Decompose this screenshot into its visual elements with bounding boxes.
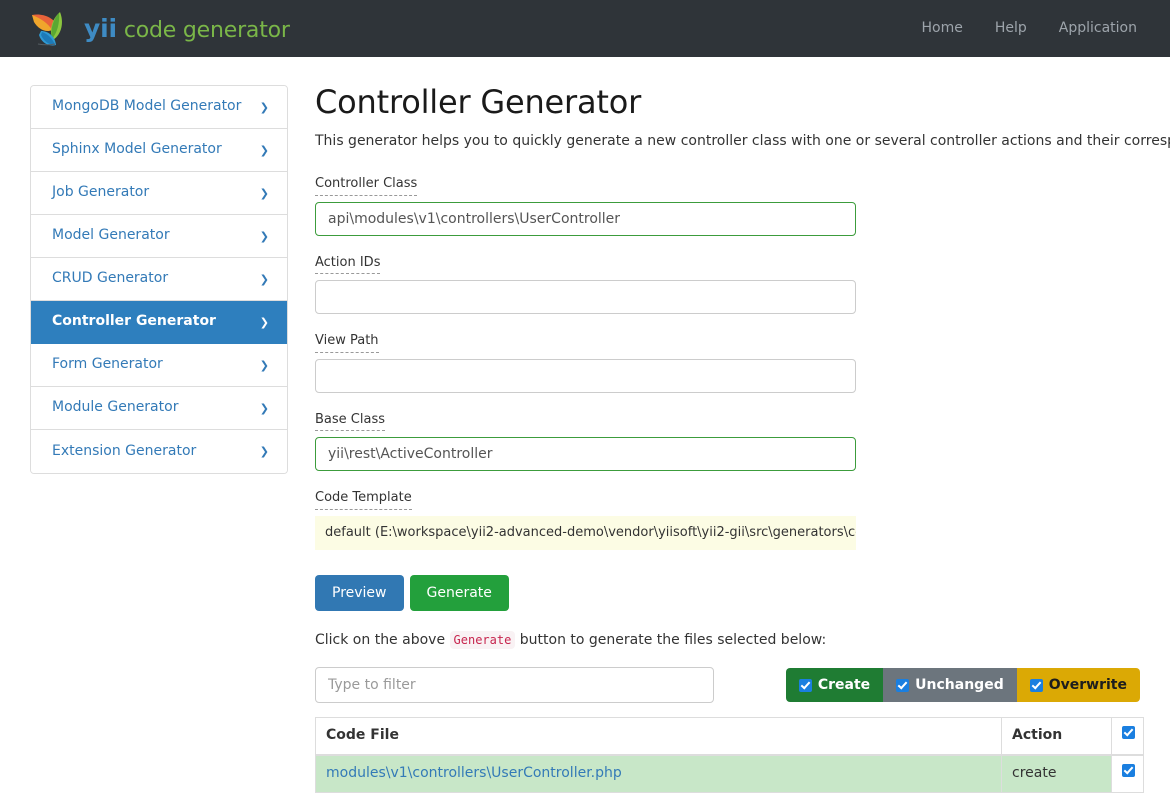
checkbox-row-icon[interactable] [1122, 764, 1135, 778]
label-base-class: Base Class [315, 411, 385, 432]
column-header-action: Action [1001, 717, 1112, 757]
page-description: This generator helps you to quickly gene… [315, 133, 1170, 150]
code-template-select[interactable]: default (E:\workspace\yii2-advanced-demo… [315, 515, 856, 550]
sidebar-item-label: Model Generator [52, 227, 170, 243]
generator-sidebar: MongoDB Model Generator ❯ Sphinx Model G… [30, 85, 288, 474]
nav-help[interactable]: Help [984, 11, 1038, 47]
table-body: modules\v1\controllers\UserController.ph… [315, 754, 1144, 793]
brand-yii-text: yii [84, 13, 117, 43]
chevron-right-icon: ❯ [259, 272, 269, 286]
controller-class-input[interactable] [315, 201, 856, 236]
sidebar-item-label: MongoDB Model Generator [52, 98, 242, 114]
file-state-toggle-group: Create Unchanged Overwrite [785, 668, 1140, 703]
sidebar-item-extension-generator[interactable]: Extension Generator ❯ [31, 430, 287, 473]
base-class-input[interactable] [315, 437, 856, 472]
field-controller-class: Controller Class [315, 174, 1140, 236]
sidebar-item-label: Module Generator [52, 399, 179, 415]
sidebar-item-label: Controller Generator [52, 313, 216, 329]
toggle-overwrite[interactable]: Overwrite [1016, 668, 1140, 703]
sidebar-item-controller-generator[interactable]: Controller Generator ❯ [31, 301, 287, 344]
brand-logo-link[interactable]: yii code generator [28, 9, 290, 49]
field-base-class: Base Class [315, 410, 1140, 472]
toggle-unchanged[interactable]: Unchanged [883, 668, 1017, 703]
label-code-template: Code Template [315, 489, 412, 510]
hint-prefix: Click on the above [315, 632, 450, 649]
sidebar-item-label: CRUD Generator [52, 270, 169, 286]
field-action-ids: Action IDs [315, 253, 1140, 315]
field-view-path: View Path [315, 331, 1140, 393]
nav-links: Home Help Application [911, 11, 1149, 47]
hint-suffix: button to generate the files selected be… [515, 632, 827, 649]
sidebar-item-module-generator[interactable]: Module Generator ❯ [31, 387, 287, 430]
brand-title: yii code generator [84, 11, 290, 47]
filter-and-toggles: Create Unchanged Overwrite [315, 667, 1140, 704]
checkbox-select-all-icon[interactable] [1122, 726, 1135, 740]
action-buttons: Preview Generate [315, 574, 1140, 612]
cell-row-checkbox[interactable] [1111, 754, 1144, 793]
chevron-right-icon: ❯ [259, 445, 269, 458]
field-code-template: Code Template default (E:\workspace\yii2… [315, 488, 1140, 550]
checkbox-unchanged-icon[interactable] [896, 678, 910, 692]
label-view-path: View Path [315, 332, 379, 353]
brand-suffix-text: code generator [123, 17, 290, 43]
label-action-ids: Action IDs [315, 254, 381, 275]
checkbox-overwrite-icon[interactable] [1029, 678, 1043, 692]
generate-hint: Click on the above Generate button to ge… [315, 631, 1140, 651]
chevron-right-icon: ❯ [259, 229, 269, 243]
page-body: MongoDB Model Generator ❯ Sphinx Model G… [0, 57, 1170, 793]
sidebar-item-crud-generator[interactable]: CRUD Generator ❯ [31, 258, 287, 301]
column-header-code-file: Code File [315, 717, 1002, 757]
nav-home[interactable]: Home [911, 11, 974, 47]
toggle-overwrite-label: Overwrite [1048, 677, 1127, 694]
chevron-right-icon: ❯ [259, 315, 269, 329]
sidebar-item-form-generator[interactable]: Form Generator ❯ [31, 344, 287, 387]
table-row: modules\v1\controllers\UserController.ph… [315, 754, 1144, 793]
chevron-right-icon: ❯ [259, 186, 269, 200]
table-header-row: Code File Action [315, 717, 1144, 757]
toggle-create-label: Create [817, 677, 871, 694]
chevron-right-icon: ❯ [259, 143, 269, 157]
yii-bird-logo-icon [32, 11, 62, 45]
sidebar-item-model-generator[interactable]: Model Generator ❯ [31, 215, 287, 258]
code-files-table: Code File Action modules\v1\controllers\… [315, 717, 1144, 793]
sidebar-item-label: Sphinx Model Generator [52, 141, 222, 157]
action-ids-input[interactable] [315, 280, 856, 315]
view-path-input[interactable] [315, 358, 856, 393]
chevron-right-icon: ❯ [259, 100, 269, 114]
cell-code-file: modules\v1\controllers\UserController.ph… [315, 754, 1002, 793]
checkbox-create-icon[interactable] [798, 678, 812, 692]
sidebar-item-label: Form Generator [52, 356, 163, 372]
table-head: Code File Action [315, 717, 1144, 757]
label-controller-class: Controller Class [315, 175, 418, 196]
chevron-right-icon: ❯ [259, 401, 269, 415]
page-title: Controller Generator [315, 83, 642, 121]
column-header-select-all[interactable] [1111, 717, 1144, 757]
toggle-create[interactable]: Create [785, 668, 884, 703]
chevron-right-icon: ❯ [259, 358, 269, 372]
preview-button[interactable]: Preview [315, 574, 404, 612]
main-content: Controller Generator This generator help… [288, 83, 1170, 793]
toggle-unchanged-label: Unchanged [915, 677, 1004, 694]
filter-input[interactable] [315, 667, 714, 704]
sidebar-item-job-generator[interactable]: Job Generator ❯ [31, 172, 287, 215]
sidebar-item-sphinx-model-generator[interactable]: Sphinx Model Generator ❯ [31, 129, 287, 172]
generate-button[interactable]: Generate [409, 574, 509, 612]
sidebar-item-label: Job Generator [52, 184, 150, 200]
top-navbar: yii code generator Home Help Application [0, 0, 1170, 57]
sidebar-item-mongodb-model-generator[interactable]: MongoDB Model Generator ❯ [31, 86, 287, 129]
code-file-link[interactable]: modules\v1\controllers\UserController.ph… [326, 765, 622, 781]
cell-action: create [1001, 754, 1112, 793]
sidebar-item-label: Extension Generator [52, 442, 197, 459]
nav-application[interactable]: Application [1048, 11, 1148, 47]
hint-code-generate: Generate [449, 631, 516, 650]
